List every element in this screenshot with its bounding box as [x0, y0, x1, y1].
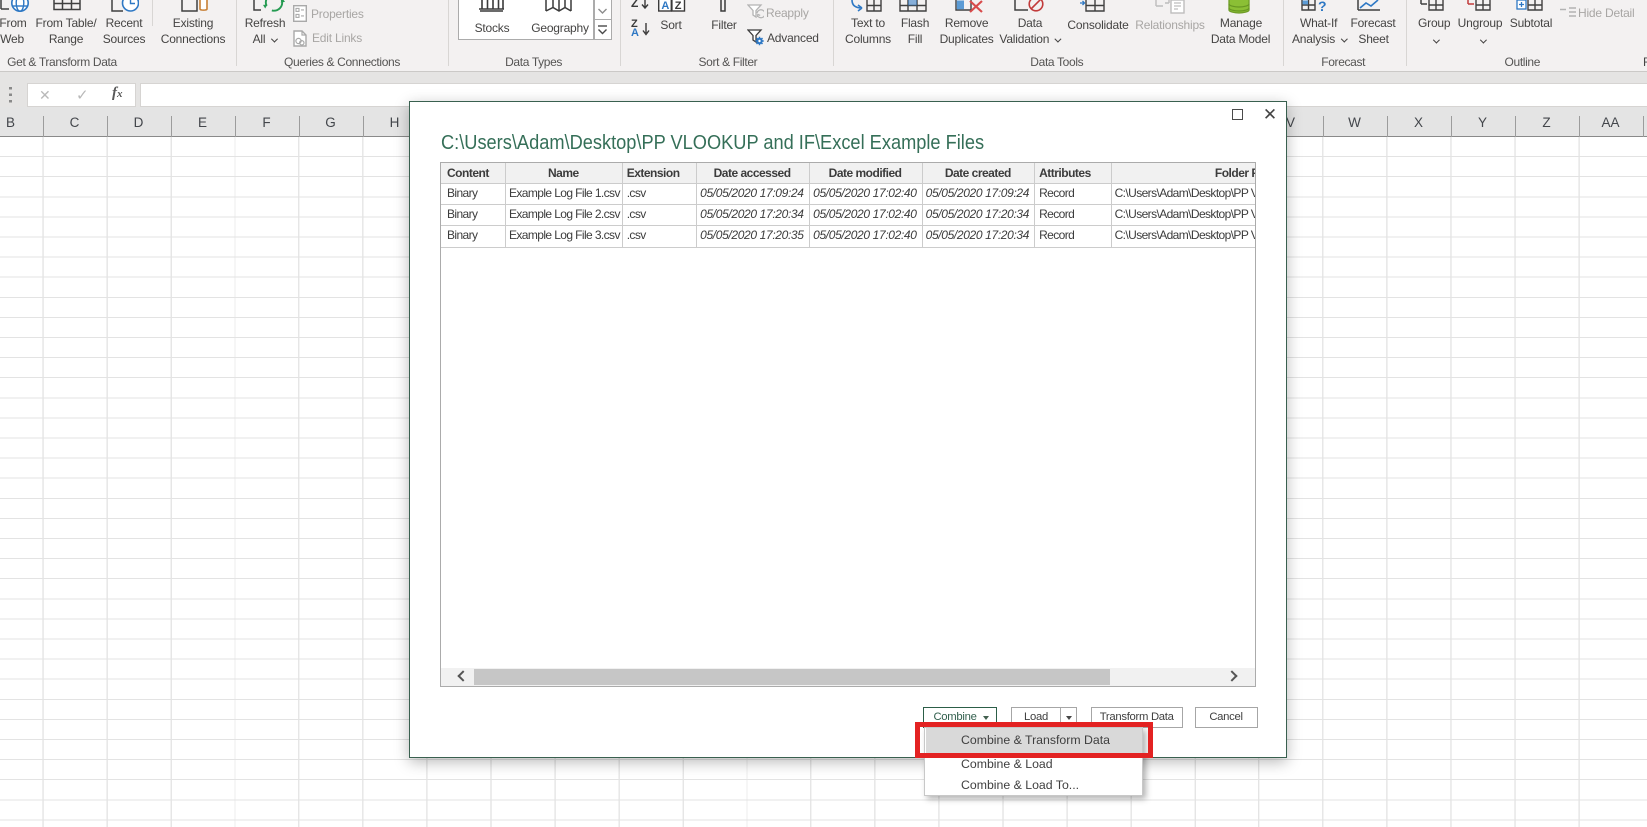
svg-text:A: A [661, 0, 669, 12]
svg-text:Z: Z [675, 0, 682, 12]
svg-text:?: ? [1318, 0, 1327, 13]
